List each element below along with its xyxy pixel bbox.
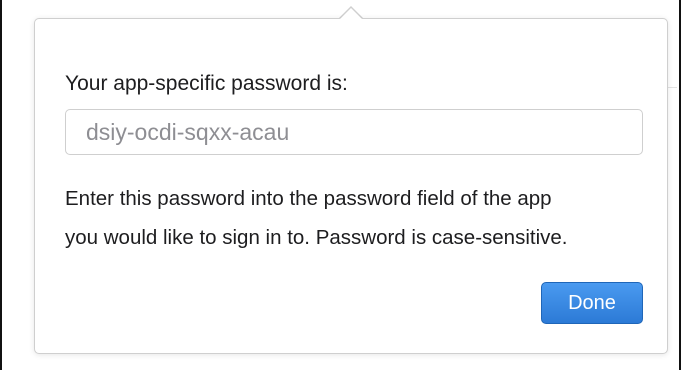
- password-instructions: Enter this password into the password fi…: [65, 179, 655, 257]
- password-heading: Your app-specific password is:: [65, 72, 348, 95]
- done-button[interactable]: Done: [541, 282, 643, 324]
- password-field[interactable]: [65, 109, 643, 155]
- popover-arrow-fill: [339, 8, 363, 20]
- instructions-line-2: you would like to sign in to. Password i…: [65, 226, 568, 249]
- app-password-popover: Your app-specific password is: Enter thi…: [34, 18, 668, 354]
- instructions-line-1: Enter this password into the password fi…: [65, 187, 552, 210]
